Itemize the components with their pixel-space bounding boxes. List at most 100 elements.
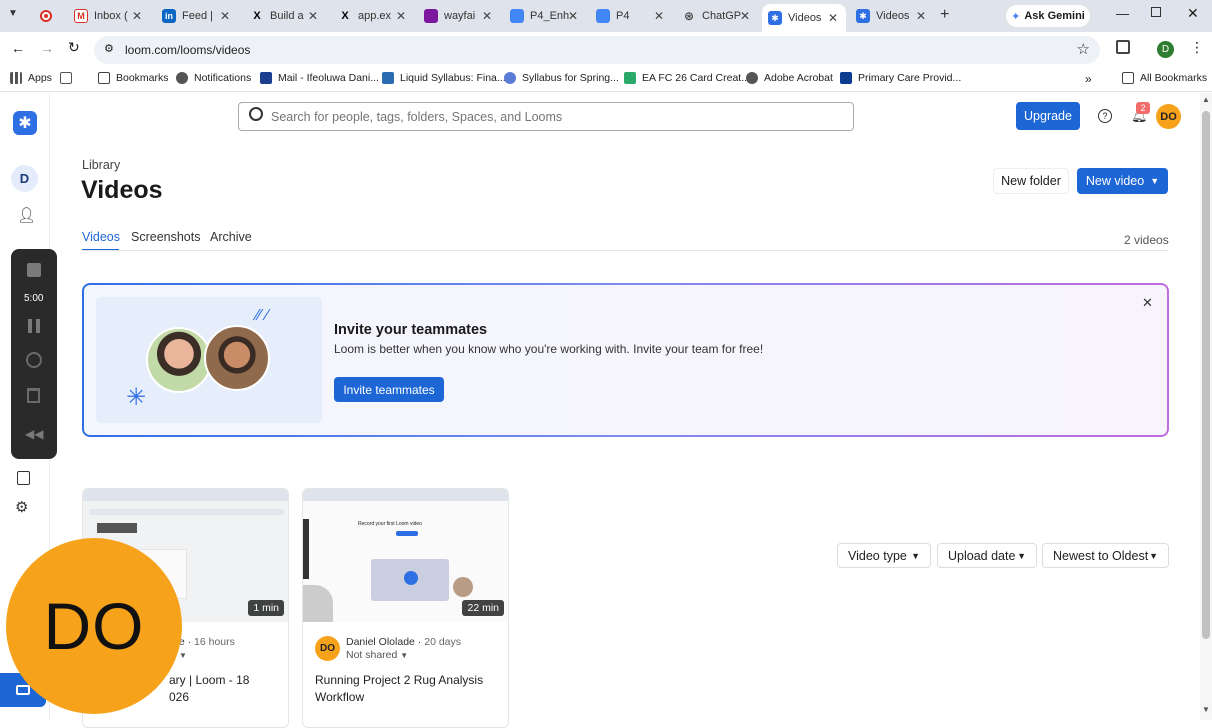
loom-logo-icon[interactable]: ✱: [13, 111, 37, 135]
document-icon[interactable]: [17, 471, 30, 485]
collapse-icon[interactable]: ◀◀: [25, 427, 43, 441]
linkedin-icon: in: [162, 9, 176, 23]
back-icon[interactable]: ←: [11, 40, 25, 56]
tab-gmail[interactable]: M Inbox (✕: [68, 4, 150, 28]
delete-icon[interactable]: [27, 388, 40, 403]
site-info-icon[interactable]: ⚙: [104, 42, 114, 55]
new-folder-button[interactable]: New folder: [993, 168, 1069, 194]
tab-groups-icon[interactable]: [60, 72, 78, 84]
upgrade-button[interactable]: Upgrade: [1016, 102, 1080, 130]
close-tab-icon[interactable]: ✕: [828, 11, 838, 25]
bookmark-primary-care[interactable]: Primary Care Provid...: [840, 72, 961, 84]
bookmark-adobe-acrobat[interactable]: Adobe Acrobat: [746, 72, 833, 84]
video-thumbnail[interactable]: Record your first Loom video 22 min: [303, 489, 508, 622]
scroll-thumb[interactable]: [1202, 111, 1210, 639]
tab-slides[interactable]: P4 ✕: [590, 4, 672, 28]
scroll-down-icon[interactable]: ▼: [1202, 705, 1210, 714]
tab-x-app[interactable]: X app.ex ✕: [332, 4, 414, 28]
chevron-down-icon[interactable]: ▼: [179, 651, 187, 660]
extensions-icon[interactable]: [1116, 40, 1130, 54]
close-tab-icon[interactable]: ✕: [740, 9, 750, 23]
bookmark-mail[interactable]: Mail - Ifeoluwa Dani...: [260, 72, 379, 84]
webcam-bubble[interactable]: DO: [6, 538, 182, 714]
restore-icon[interactable]: [1151, 7, 1161, 17]
workspace-avatar[interactable]: D: [11, 165, 38, 192]
tab-archive[interactable]: Archive: [210, 230, 252, 244]
tab-x-build[interactable]: X Build a ✕: [244, 4, 326, 28]
add-user-icon[interactable]: 👤︎: [17, 206, 36, 224]
close-tab-icon[interactable]: ✕: [482, 9, 492, 23]
forward-icon[interactable]: →: [40, 40, 54, 56]
tab-docs[interactable]: P4_Enh ✕: [504, 4, 586, 28]
upload-date-filter[interactable]: Upload date ▼: [937, 543, 1037, 568]
breadcrumb[interactable]: Library: [82, 158, 120, 172]
bookmark-notifications[interactable]: Notifications: [176, 72, 251, 84]
close-icon[interactable]: ✕: [1142, 295, 1153, 311]
invite-teammates-button[interactable]: Invite teammates: [334, 377, 444, 402]
help-icon[interactable]: ?: [1098, 109, 1112, 123]
video-title[interactable]: Running Project 2 Rug Analysis Workflow: [315, 672, 495, 706]
globe-icon: [746, 72, 758, 84]
minimize-icon[interactable]: —: [1116, 6, 1129, 21]
tab-screenshots[interactable]: Screenshots: [131, 230, 200, 244]
bookmark-folder[interactable]: Bookmarks: [98, 72, 169, 84]
close-tab-icon[interactable]: ✕: [568, 9, 578, 23]
close-window-icon[interactable]: ✕: [1187, 5, 1199, 22]
new-tab-icon[interactable]: +: [940, 6, 949, 24]
invite-banner: ✳ ⁄⁄ ⁄ Invite your teammates Loom is bet…: [82, 283, 1169, 437]
tab-label: Videos: [876, 10, 910, 22]
chevron-down-icon: ▼: [1149, 550, 1158, 561]
tab-label: P4_Enh: [530, 10, 570, 22]
close-tab-icon[interactable]: ✕: [132, 9, 142, 23]
bookmark-ea-fc[interactable]: EA FC 26 Card Creat...: [624, 72, 750, 84]
close-tab-icon[interactable]: ✕: [396, 9, 406, 23]
new-video-label: New video: [1085, 174, 1145, 188]
tab-search-icon[interactable]: ▼: [8, 8, 24, 24]
loom-icon: ✱: [856, 9, 870, 23]
sharing-dropdown[interactable]: Not shared ▼: [346, 649, 408, 661]
close-tab-icon[interactable]: ✕: [308, 9, 318, 23]
bookmark-star-icon[interactable]: ☆: [1077, 40, 1090, 58]
page-scrollbar[interactable]: ▲ ▼: [1200, 93, 1212, 720]
reload-icon[interactable]: ↻: [68, 39, 80, 56]
close-tab-icon[interactable]: ✕: [916, 9, 926, 23]
tab-loom-videos-active[interactable]: ✱ Videos ✕: [762, 4, 846, 32]
bookmark-liquid-syllabus[interactable]: Liquid Syllabus: Fina...: [382, 72, 506, 84]
video-card[interactable]: Record your first Loom video 22 min DO D…: [302, 488, 509, 728]
bookmark-label: Bookmarks: [116, 72, 169, 84]
stop-icon[interactable]: [27, 263, 41, 277]
address-bar[interactable]: ⚙ loom.com/looms/videos ☆: [94, 36, 1100, 64]
new-video-button[interactable]: New video ▼: [1077, 168, 1168, 194]
tab-chatgpt[interactable]: ⊛ ChatGP ✕: [676, 4, 758, 28]
tab-loom-videos[interactable]: ✱ Videos ✕: [850, 4, 934, 28]
all-bookmarks[interactable]: All Bookmarks: [1122, 72, 1207, 84]
close-tab-icon[interactable]: ✕: [220, 9, 230, 23]
pause-icon[interactable]: [28, 319, 40, 333]
search-input[interactable]: [271, 106, 841, 127]
close-tab-icon[interactable]: ✕: [654, 9, 664, 23]
sort-order-filter[interactable]: Newest to Oldest ▼: [1042, 543, 1169, 568]
bookmarks-overflow-icon[interactable]: »: [1085, 72, 1092, 86]
settings-icon[interactable]: ⚙: [15, 498, 28, 516]
thumbnail-screenshot: [97, 523, 137, 533]
recording-icon[interactable]: [40, 10, 52, 22]
ask-gemini-button[interactable]: ✦ Ask Gemini: [1006, 5, 1090, 27]
video-title-line: 026: [169, 690, 190, 704]
thumbnail-screenshot: [396, 531, 418, 536]
apps-grid-icon: [10, 72, 22, 84]
search-bar[interactable]: [238, 102, 854, 131]
bookmark-syllabus-spring[interactable]: Syllabus for Spring...: [504, 72, 619, 84]
scroll-up-icon[interactable]: ▲: [1202, 95, 1210, 104]
user-avatar[interactable]: DO: [1156, 104, 1181, 129]
bookmark-apps[interactable]: Apps: [10, 72, 52, 84]
restart-icon[interactable]: [26, 352, 42, 368]
browser-menu-icon[interactable]: ⋮: [1190, 39, 1204, 56]
video-type-filter[interactable]: Video type ▼: [837, 543, 931, 568]
video-title[interactable]: ary | Loom - 18 026: [169, 672, 249, 706]
chevron-down-icon: ▼: [1150, 176, 1160, 186]
tab-wayfair[interactable]: wayfai ✕: [418, 4, 500, 28]
tab-linkedin[interactable]: in Feed | ✕: [156, 4, 238, 28]
loom-icon: ✱: [768, 11, 782, 25]
tab-videos[interactable]: Videos: [82, 230, 120, 244]
profile-avatar[interactable]: D: [1157, 41, 1174, 58]
